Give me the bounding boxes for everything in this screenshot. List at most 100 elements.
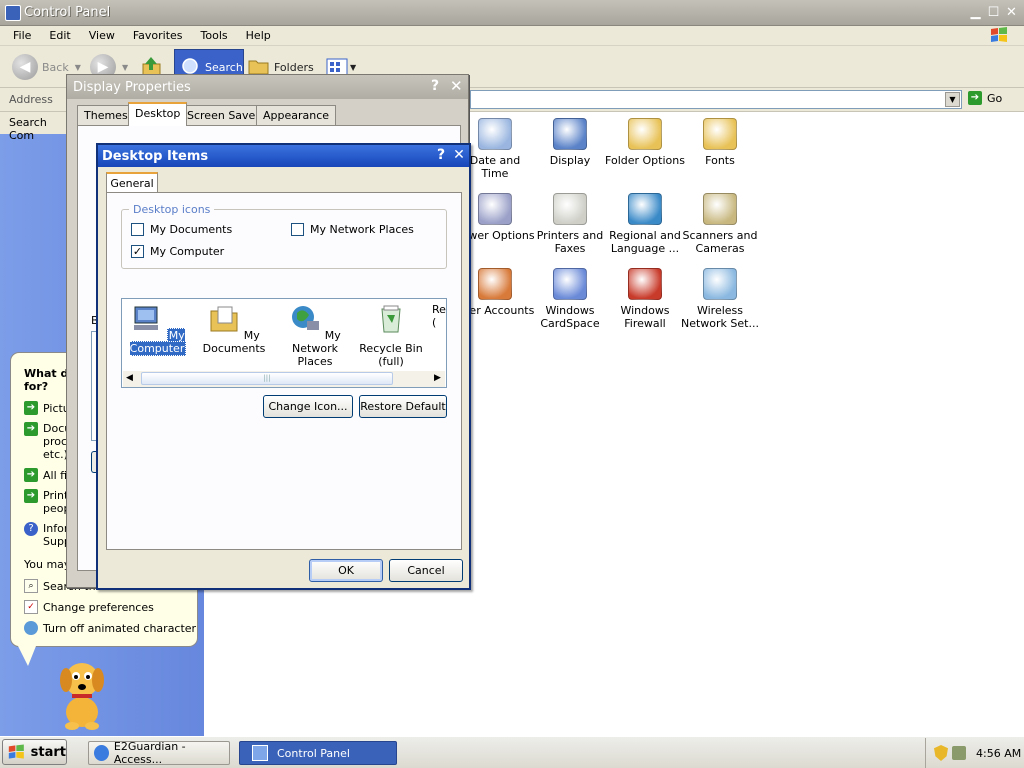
- fonts-icon: [703, 118, 737, 150]
- my-network-places-icon: [292, 306, 320, 330]
- taskbar-item-e2guardian[interactable]: E2Guardian - Access...: [88, 740, 230, 766]
- desktop-items-dialog: Desktop Items ? ✕ General Desktop icons …: [96, 143, 471, 590]
- display-icon: [553, 118, 587, 150]
- control-panel-titlebar[interactable]: Control Panel ▁ ☐ ✕: [0, 0, 1024, 26]
- close-button[interactable]: ✕: [450, 77, 463, 95]
- checkbox-box[interactable]: [291, 223, 304, 236]
- users-icon: [478, 268, 512, 300]
- back-arrow-icon: ◀: [12, 54, 38, 80]
- assistant-option-pictures[interactable]: ➔ Pictu: [24, 401, 70, 415]
- address-input[interactable]: ▼: [470, 90, 962, 109]
- list-item-my-network-places[interactable]: My Network Places: [279, 303, 351, 368]
- search-companion-header: Search Com: [0, 112, 70, 142]
- clock: 4:56 AM: [976, 746, 1022, 760]
- menu-tools[interactable]: Tools: [201, 29, 228, 42]
- back-dropdown-icon[interactable]: ▼: [75, 63, 81, 72]
- globe-icon: [628, 193, 662, 225]
- windows-flag-icon: [991, 27, 1007, 42]
- checkbox-my-computer[interactable]: ✓ My Computer: [131, 245, 224, 258]
- cp-item-fonts[interactable]: Fonts: [680, 118, 760, 167]
- system-tray: 4:56 AM: [925, 738, 1024, 768]
- scroll-thumb[interactable]: |||: [141, 372, 393, 385]
- general-tab-panel: Desktop icons My Documents My Network Pl…: [106, 192, 462, 550]
- cp-item-globe[interactable]: Regional and Language ...: [605, 193, 685, 255]
- tab-general[interactable]: General: [106, 172, 158, 193]
- recycle-bin-icon: [381, 305, 401, 333]
- cp-item-cardspace[interactable]: Windows CardSpace: [530, 268, 610, 330]
- menu-help[interactable]: Help: [246, 29, 271, 42]
- assistant-link-preferences[interactable]: ✓ Change preferences: [24, 600, 154, 614]
- menu-favorites[interactable]: Favorites: [133, 29, 183, 42]
- change-icon-button[interactable]: Change Icon...: [263, 395, 353, 418]
- globe-icon: [24, 621, 38, 635]
- start-button[interactable]: start: [2, 739, 67, 765]
- checkbox-my-network-places[interactable]: My Network Places: [291, 223, 414, 236]
- windows-flag-icon: [8, 744, 24, 759]
- list-item-recycle-bin[interactable]: Recycle Bin (full): [355, 303, 427, 368]
- ie-icon: [94, 745, 109, 761]
- help-button[interactable]: ?: [433, 148, 449, 164]
- tab-desktop[interactable]: Desktop: [128, 102, 188, 126]
- clock-icon: [478, 118, 512, 150]
- bubble-tail: [18, 646, 36, 666]
- restore-default-button[interactable]: Restore Default: [359, 395, 447, 418]
- checkbox-box[interactable]: [131, 223, 144, 236]
- menu-view[interactable]: View: [89, 29, 115, 42]
- assistant-link-turn-off[interactable]: Turn off animated character: [24, 621, 196, 635]
- ok-button[interactable]: OK: [309, 559, 383, 582]
- cp-item-firewall[interactable]: Windows Firewall: [605, 268, 685, 330]
- cp-item-display[interactable]: Display: [530, 118, 610, 167]
- folder-icon: [628, 118, 662, 150]
- maximize-button[interactable]: ☐: [986, 6, 1001, 21]
- help-button[interactable]: ?: [431, 78, 439, 94]
- checkbox-my-documents[interactable]: My Documents: [131, 223, 232, 236]
- display-properties-titlebar[interactable]: Display Properties ? ✕: [67, 75, 468, 99]
- printer-icon: [553, 193, 587, 225]
- cancel-button[interactable]: Cancel: [389, 559, 463, 582]
- desktop-icon-list[interactable]: My Computer My Documents My Network Plac…: [121, 298, 447, 388]
- minimize-button[interactable]: ▁: [968, 6, 983, 21]
- search-doc-icon: ⌕: [24, 579, 38, 593]
- list-item-my-documents[interactable]: My Documents: [198, 303, 270, 355]
- control-panel-icon: [252, 745, 268, 761]
- menu-edit[interactable]: Edit: [49, 29, 70, 42]
- assistant-option-all-files[interactable]: ➔ All fil: [24, 468, 70, 482]
- menu-file[interactable]: File: [13, 29, 31, 42]
- cp-item-printer[interactable]: Printers and Faxes: [530, 193, 610, 255]
- rover-dog-icon: [60, 663, 104, 730]
- cp-item-camera[interactable]: Scanners and Cameras: [680, 193, 760, 255]
- desktop-icons-group-label: Desktop icons: [129, 203, 215, 216]
- views-dropdown-icon: ▼: [350, 62, 357, 72]
- scroll-right-arrow-icon[interactable]: ▶: [434, 373, 441, 383]
- assistant-option-documents[interactable]: ➔ Docu proc etc.): [24, 422, 71, 461]
- my-computer-icon: [134, 306, 159, 330]
- address-label: Address: [9, 93, 53, 106]
- list-item-partial[interactable]: Re (: [420, 303, 446, 329]
- assistant-option-printers[interactable]: ➔ Print peop: [24, 489, 70, 515]
- scroll-left-arrow-icon[interactable]: ◀: [126, 373, 133, 383]
- cp-item-wireless[interactable]: Wireless Network Set...: [680, 268, 760, 330]
- close-button[interactable]: ✕: [451, 148, 467, 164]
- green-arrow-icon: ➔: [24, 401, 38, 415]
- cp-item-folder[interactable]: Folder Options: [605, 118, 685, 167]
- horizontal-scrollbar[interactable]: ◀ ||| ▶: [123, 371, 445, 387]
- info-icon: ?: [24, 522, 38, 536]
- tab-appearance[interactable]: Appearance: [256, 105, 337, 125]
- address-dropdown-icon[interactable]: ▼: [945, 92, 960, 107]
- list-item-my-computer[interactable]: My Computer: [122, 303, 194, 356]
- menu-bar: File Edit View Favorites Tools Help: [0, 26, 1024, 46]
- window-title: Control Panel: [24, 5, 111, 20]
- close-button[interactable]: ✕: [1004, 6, 1019, 21]
- security-shield-icon[interactable]: [934, 745, 948, 761]
- taskbar-item-control-panel[interactable]: Control Panel: [239, 741, 397, 765]
- go-button[interactable]: ➔ Go: [968, 91, 1002, 105]
- firewall-icon: [628, 268, 662, 300]
- tab-screen-saver[interactable]: Screen Saver: [180, 105, 267, 125]
- control-panel-icon: [5, 5, 21, 21]
- tab-themes[interactable]: Themes: [77, 105, 135, 125]
- network-tray-icon[interactable]: [952, 746, 966, 760]
- checkbox-box[interactable]: ✓: [131, 245, 144, 258]
- my-documents-icon: [210, 306, 238, 332]
- forward-dropdown-icon[interactable]: ▼: [122, 63, 128, 72]
- desktop-items-titlebar[interactable]: Desktop Items ? ✕: [98, 145, 469, 167]
